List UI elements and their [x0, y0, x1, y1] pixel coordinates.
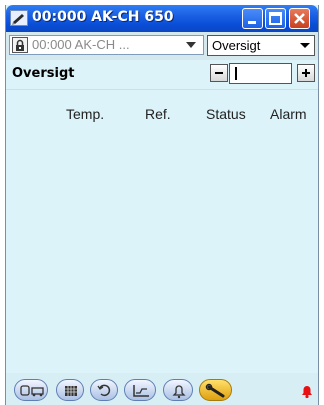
bell-icon [172, 385, 186, 399]
grid-icon [65, 386, 77, 396]
nav-grid-button[interactable] [56, 379, 84, 401]
wrench-icon [205, 383, 225, 398]
window-title: 00:000 AK-CH 650 [32, 9, 174, 25]
previous-page-button[interactable] [210, 64, 228, 82]
pencil-app-icon [10, 10, 28, 26]
next-page-button[interactable] [297, 64, 315, 82]
nav-alarms-button[interactable] [163, 379, 193, 401]
plus-icon [302, 69, 310, 77]
app-window: 00:000 AK-CH 650 00:000 AK-CH ... Oversi… [5, 5, 319, 405]
nav-service-button[interactable] [199, 379, 232, 401]
nav-refrigeration-button[interactable] [14, 379, 48, 401]
column-header-status: Status [206, 106, 246, 122]
page-number-input[interactable] [229, 63, 292, 84]
maximize-icon [269, 12, 282, 25]
column-header-alarm: Alarm [270, 106, 307, 122]
bottom-nav [6, 373, 318, 405]
chevron-down-icon[interactable] [297, 37, 313, 54]
column-header-temp: Temp. [66, 106, 105, 122]
minus-icon [215, 72, 223, 74]
red-bell-icon[interactable] [299, 383, 315, 399]
page-header: Oversigt [6, 60, 318, 90]
text-caret [235, 67, 237, 80]
nav-trend-button[interactable] [124, 379, 156, 401]
minimize-icon [248, 21, 256, 24]
controller-select-value: 00:000 AK-CH ... [32, 37, 130, 52]
trend-chart-icon [133, 385, 149, 397]
lock-icon[interactable] [12, 37, 28, 53]
close-icon [294, 13, 305, 24]
minimize-button[interactable] [242, 8, 263, 29]
title-bar[interactable]: 00:000 AK-CH 650 [6, 5, 318, 32]
view-select[interactable]: Oversigt [207, 35, 315, 56]
page-title: Oversigt [12, 66, 75, 81]
defrost-icon [97, 384, 111, 397]
view-select-value: Oversigt [212, 38, 261, 53]
controller-select[interactable]: 00:000 AK-CH ... [9, 35, 204, 55]
close-button[interactable] [289, 8, 310, 29]
maximize-button[interactable] [265, 8, 286, 29]
nav-defrost-button[interactable] [90, 379, 118, 401]
toolbar: 00:000 AK-CH ... Oversigt [6, 32, 318, 60]
refrigeration-icon [20, 385, 44, 397]
column-header-ref: Ref. [145, 106, 171, 122]
chevron-down-icon[interactable] [180, 37, 202, 53]
